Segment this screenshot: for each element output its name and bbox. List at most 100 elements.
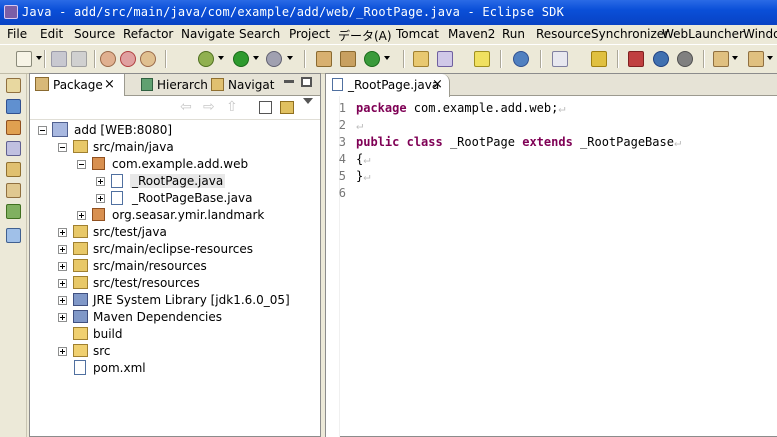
java-perspective-icon[interactable] xyxy=(6,228,21,243)
debug-view-icon[interactable] xyxy=(6,204,21,219)
debug-dropdown-icon[interactable] xyxy=(218,56,224,60)
tomcat-stop-icon[interactable] xyxy=(120,51,136,67)
web-browser-icon[interactable] xyxy=(513,51,529,67)
new-class-dropdown-icon[interactable] xyxy=(384,56,390,60)
expand-icon[interactable] xyxy=(58,347,67,356)
expand-icon[interactable] xyxy=(58,262,67,271)
menu-project[interactable]: Project xyxy=(289,27,330,41)
external-tools-icon[interactable] xyxy=(266,51,282,67)
print-icon[interactable] xyxy=(71,51,87,67)
tree-item-src-main-resources[interactable]: src/main/resources xyxy=(30,258,320,275)
tab-navigator[interactable]: Navigat xyxy=(208,74,278,96)
next-annotation-dropdown-icon[interactable] xyxy=(732,56,738,60)
tree-item-project[interactable]: add [WEB:8080] xyxy=(30,122,320,139)
external-tools-dropdown-icon[interactable] xyxy=(287,56,293,60)
toggle-mark-icon[interactable] xyxy=(552,51,568,67)
new-dropdown-icon[interactable] xyxy=(36,56,42,60)
collapse-icon[interactable] xyxy=(58,143,67,152)
expand-icon[interactable] xyxy=(96,177,105,186)
run-dropdown-icon[interactable] xyxy=(253,56,259,60)
tree-item-package-web[interactable]: com.example.add.web xyxy=(30,156,320,173)
ymir-icon[interactable] xyxy=(628,51,644,67)
expand-icon[interactable] xyxy=(58,313,67,322)
tomcat-restart-icon[interactable] xyxy=(140,51,156,67)
menu-window[interactable]: Window xyxy=(743,27,777,41)
code-line-3[interactable]: public class _RootPage extends _RootPage… xyxy=(356,135,681,152)
console-icon[interactable] xyxy=(6,141,21,156)
run-icon[interactable] xyxy=(233,51,249,67)
tree-item-src-test-java[interactable]: src/test/java xyxy=(30,224,320,241)
editor-tab-rootpage[interactable]: _RootPage.java × xyxy=(326,74,450,97)
tab-hierarchy[interactable]: Hierarch xyxy=(127,74,208,96)
new-icon[interactable] xyxy=(16,51,32,67)
tree-item-src-main-java[interactable]: src/main/java xyxy=(30,139,320,156)
sync-icon[interactable] xyxy=(591,51,607,67)
collapse-all-icon[interactable] xyxy=(259,101,272,114)
close-icon[interactable]: × xyxy=(432,77,443,92)
tree-item-rootpage[interactable]: _RootPage.java xyxy=(30,173,320,190)
menu-refactor[interactable]: Refactor xyxy=(123,27,173,41)
expand-icon[interactable] xyxy=(58,296,67,305)
new-java-project-icon[interactable] xyxy=(316,51,332,67)
tree-item-maven-dependencies[interactable]: Maven Dependencies xyxy=(30,309,320,326)
new-package-icon[interactable] xyxy=(340,51,356,67)
code-line-5[interactable]: }↵ xyxy=(356,169,370,186)
globe-icon[interactable] xyxy=(653,51,669,67)
expand-icon[interactable] xyxy=(58,228,67,237)
tab-package-explorer[interactable]: Package × xyxy=(30,74,125,97)
menu-resourcesynchronizer[interactable]: ResourceSynchronizer xyxy=(536,27,669,41)
view-menu-icon[interactable] xyxy=(303,98,313,104)
save-icon[interactable] xyxy=(51,51,67,67)
servers-icon[interactable] xyxy=(6,162,21,177)
tree-item-package-landmark[interactable]: org.seasar.ymir.landmark xyxy=(30,207,320,224)
tree-item-src-main-eclipse-resources[interactable]: src/main/eclipse-resources xyxy=(30,241,320,258)
menu-maven2[interactable]: Maven2 xyxy=(448,27,495,41)
menu-tomcat[interactable]: Tomcat xyxy=(396,27,439,41)
maximize-icon[interactable] xyxy=(301,77,312,87)
tree-item-build[interactable]: build xyxy=(30,326,320,343)
forward-icon[interactable]: ⇨ xyxy=(203,99,215,115)
sun-icon[interactable] xyxy=(6,183,21,198)
minimize-icon[interactable] xyxy=(284,80,294,83)
new-class-icon[interactable] xyxy=(364,51,380,67)
expand-icon[interactable] xyxy=(58,279,67,288)
tree-item-pom[interactable]: pom.xml xyxy=(30,360,320,377)
java-editor: _RootPage.java × 1 2 3 4 5 6 package com… xyxy=(325,73,777,437)
hierarchy-icon[interactable] xyxy=(6,99,21,114)
next-annotation-icon[interactable] xyxy=(713,51,729,67)
prev-annotation-dropdown-icon[interactable] xyxy=(767,56,773,60)
prev-annotation-icon[interactable] xyxy=(748,51,764,67)
collapse-icon[interactable] xyxy=(38,126,47,135)
tree-item-rootpagebase[interactable]: _RootPageBase.java xyxy=(30,190,320,207)
tomcat-start-icon[interactable] xyxy=(100,51,116,67)
menu-source[interactable]: Source xyxy=(74,27,115,41)
tree-item-src-test-resources[interactable]: src/test/resources xyxy=(30,275,320,292)
open-type-icon[interactable] xyxy=(413,51,429,67)
close-icon[interactable]: × xyxy=(104,77,115,92)
link-with-editor-icon[interactable] xyxy=(280,101,294,114)
code-line-2[interactable]: ↵ xyxy=(356,118,363,135)
server-icon[interactable] xyxy=(677,51,693,67)
menu-file[interactable]: File xyxy=(7,27,27,41)
debug-icon[interactable] xyxy=(198,51,214,67)
menu-search[interactable]: Search xyxy=(239,27,280,41)
expand-icon[interactable] xyxy=(77,211,86,220)
menu-weblauncher[interactable]: WebLauncher xyxy=(662,27,744,41)
menu-navigate[interactable]: Navigate xyxy=(181,27,235,41)
tasks-icon[interactable] xyxy=(6,120,21,135)
expand-icon[interactable] xyxy=(96,194,105,203)
tree-item-src[interactable]: src xyxy=(30,343,320,360)
up-icon[interactable]: ⇧ xyxy=(226,99,238,115)
open-task-icon[interactable] xyxy=(437,51,453,67)
menu-data[interactable]: データ(A) xyxy=(338,27,392,44)
outline-icon[interactable] xyxy=(6,78,21,93)
expand-icon[interactable] xyxy=(58,245,67,254)
collapse-icon[interactable] xyxy=(77,160,86,169)
menu-edit[interactable]: Edit xyxy=(40,27,63,41)
tree-item-jre-library[interactable]: JRE System Library [jdk1.6.0_05] xyxy=(30,292,320,309)
back-icon[interactable]: ⇦ xyxy=(180,99,192,115)
code-line-4[interactable]: {↵ xyxy=(356,152,370,169)
search-icon[interactable] xyxy=(474,51,490,67)
code-line-1[interactable]: package com.example.add.web;↵ xyxy=(356,101,566,118)
menu-run[interactable]: Run xyxy=(502,27,525,41)
